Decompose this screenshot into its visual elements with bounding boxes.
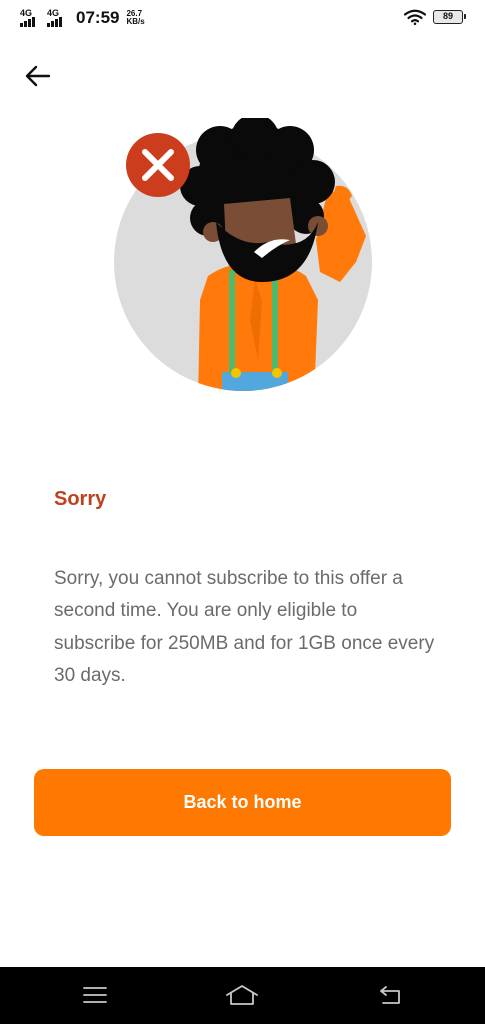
system-navigation-bar [0,967,485,1024]
cellular-signal-icon: 4G [20,9,42,27]
menu-icon [83,987,107,1003]
battery-level: 89 [442,11,453,21]
home-icon [226,985,258,1005]
page-title: Sorry [54,488,107,510]
nav-home-button[interactable] [222,981,262,1009]
cellular-signal-icon-2: 4G [47,9,69,27]
back-icon [380,986,400,1004]
back-to-home-button[interactable]: Back to home [34,769,451,836]
network-speed-unit: KB/s [126,17,145,26]
nav-back-button[interactable] [370,981,410,1009]
status-bar-right: 89 [404,9,466,25]
status-bar-left: 4G 4G 07:59 26.7 KB/s [20,8,145,28]
wifi-icon [404,9,426,25]
network-speed: 26.7 KB/s [126,10,144,26]
back-button[interactable] [20,58,56,94]
error-message: Sorry, you cannot subscribe to this offe… [54,568,435,686]
status-bar: 4G 4G 07:59 26.7 KB/s 89 [0,0,485,38]
nav-menu-button[interactable] [75,981,115,1009]
battery-icon: 89 [433,10,466,24]
arrow-left-icon [25,65,51,87]
status-time: 07:59 [76,8,120,27]
confused-man-illustration [114,118,372,391]
